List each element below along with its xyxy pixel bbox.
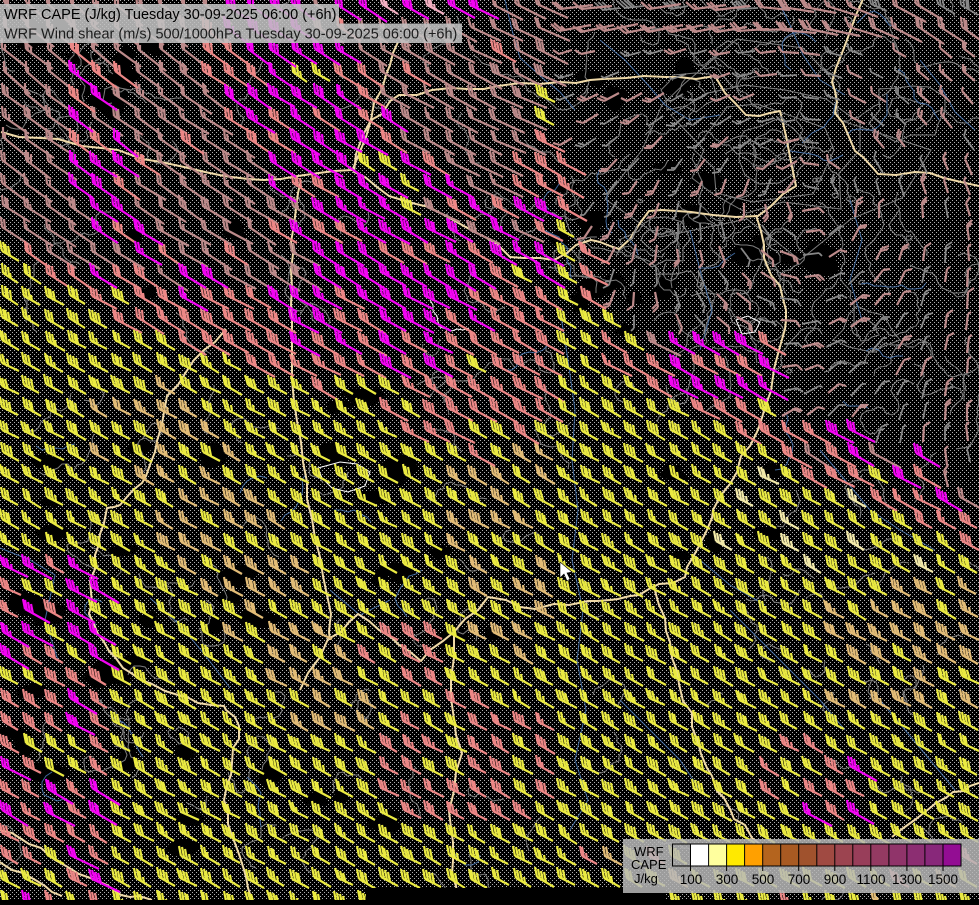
svg-text:900: 900 (824, 872, 847, 887)
svg-text:1100: 1100 (856, 872, 885, 887)
svg-text:WRF Wind shear (m/s) 500/1000h: WRF Wind shear (m/s) 500/1000hPa Tuesday… (4, 27, 457, 43)
svg-text:500: 500 (752, 872, 775, 887)
svg-text:J/kg: J/kg (634, 871, 658, 886)
svg-text:1500: 1500 (928, 872, 958, 887)
svg-text:WRF CAPE (J/kg) Tuesday 30-09-: WRF CAPE (J/kg) Tuesday 30-09-2025 06:00… (4, 7, 336, 23)
svg-text:300: 300 (716, 872, 739, 887)
svg-text:700: 700 (788, 872, 811, 887)
svg-text:1300: 1300 (892, 872, 922, 887)
svg-text:CAPE: CAPE (631, 857, 667, 872)
svg-text:100: 100 (680, 872, 703, 887)
